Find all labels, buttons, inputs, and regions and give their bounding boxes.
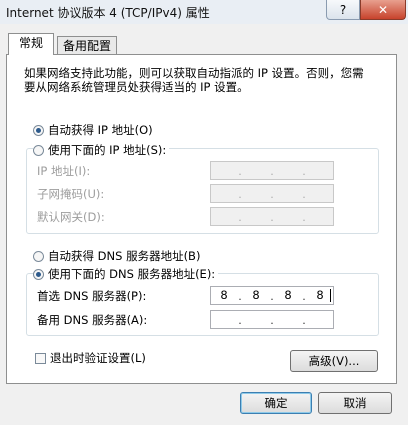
ip-address-field[interactable]: . . . — [210, 161, 334, 180]
subnet-mask-label: 子网掩码(U): — [37, 187, 105, 201]
alternate-dns-octet-3 — [275, 311, 301, 328]
alternate-dns-field[interactable]: . . . — [210, 310, 334, 329]
ip-manual-radio-row[interactable]: 使用下面的 IP 地址(S): — [33, 142, 170, 158]
alternate-dns-octet-2 — [243, 311, 269, 328]
ip-manual-label: 使用下面的 IP 地址(S): — [48, 143, 167, 157]
ip-address-octet-4 — [307, 162, 333, 179]
text-cursor — [330, 289, 331, 302]
dns-auto-label: 自动获得 DNS 服务器地址(B) — [48, 249, 201, 263]
preferred-dns-field[interactable]: 8. 8. 8. 8 — [210, 286, 334, 305]
gateway-octet-2 — [243, 208, 269, 225]
close-button[interactable]: ✕ — [360, 0, 406, 20]
tab-alternate-config[interactable]: 备用配置 — [57, 36, 117, 56]
ip-manual-radio[interactable] — [33, 144, 44, 156]
validate-on-exit-row[interactable]: 退出时验证设置(L) — [35, 350, 146, 366]
alternate-dns-octet-4 — [307, 311, 333, 328]
ip-address-label: IP 地址(I): — [37, 164, 91, 178]
ip-auto-radio[interactable] — [33, 124, 44, 136]
preferred-dns-octet-2: 8 — [252, 288, 260, 302]
subnet-mask-octet-1 — [211, 185, 237, 202]
ip-address-octet-1 — [211, 162, 237, 179]
window-title: Internet 协议版本 4 (TCP/IPv4) 属性 — [6, 6, 210, 20]
cancel-button[interactable]: 取消 — [318, 392, 392, 414]
dns-manual-radio[interactable] — [33, 268, 44, 280]
validate-on-exit-checkbox[interactable] — [35, 352, 46, 364]
gateway-label: 默认网关(D): — [37, 210, 105, 224]
preferred-dns-octet-1: 8 — [220, 288, 228, 302]
ip-auto-label: 自动获得 IP 地址(O) — [48, 123, 153, 137]
subnet-mask-field[interactable]: . . . — [210, 184, 334, 203]
ip-address-octet-3 — [275, 162, 301, 179]
dns-manual-label: 使用下面的 DNS 服务器地址(E): — [48, 267, 216, 281]
dns-auto-radio-row[interactable]: 自动获得 DNS 服务器地址(B) — [33, 248, 200, 264]
preferred-dns-label: 首选 DNS 服务器(P): — [37, 289, 147, 303]
advanced-button[interactable]: 高级(V)... — [290, 350, 378, 372]
subnet-mask-octet-3 — [275, 185, 301, 202]
help-button[interactable]: ? — [326, 0, 360, 20]
gateway-field[interactable]: . . . — [210, 207, 334, 226]
gateway-octet-4 — [307, 208, 333, 225]
ip-auto-radio-row[interactable]: 自动获得 IP 地址(O) — [33, 122, 153, 138]
alternate-dns-octet-1 — [211, 311, 237, 328]
subnet-mask-octet-2 — [243, 185, 269, 202]
ok-button[interactable]: 确定 — [240, 392, 312, 414]
gateway-octet-3 — [275, 208, 301, 225]
preferred-dns-octet-3: 8 — [284, 288, 292, 302]
dns-auto-radio[interactable] — [33, 250, 44, 262]
gateway-octet-1 — [211, 208, 237, 225]
dns-manual-radio-row[interactable]: 使用下面的 DNS 服务器地址(E): — [33, 266, 219, 282]
alternate-dns-label: 备用 DNS 服务器(A): — [37, 313, 148, 327]
subnet-mask-octet-4 — [307, 185, 333, 202]
tab-general[interactable]: 常规 — [8, 33, 54, 55]
ip-address-octet-2 — [243, 162, 269, 179]
validate-on-exit-label: 退出时验证设置(L) — [50, 351, 146, 365]
description-text: 如果网络支持此功能，则可以获取自动指派的 IP 设置。否则，您需要从网络系统管理… — [24, 66, 364, 94]
title-bar: Internet 协议版本 4 (TCP/IPv4) 属性 ? ✕ — [0, 0, 408, 24]
